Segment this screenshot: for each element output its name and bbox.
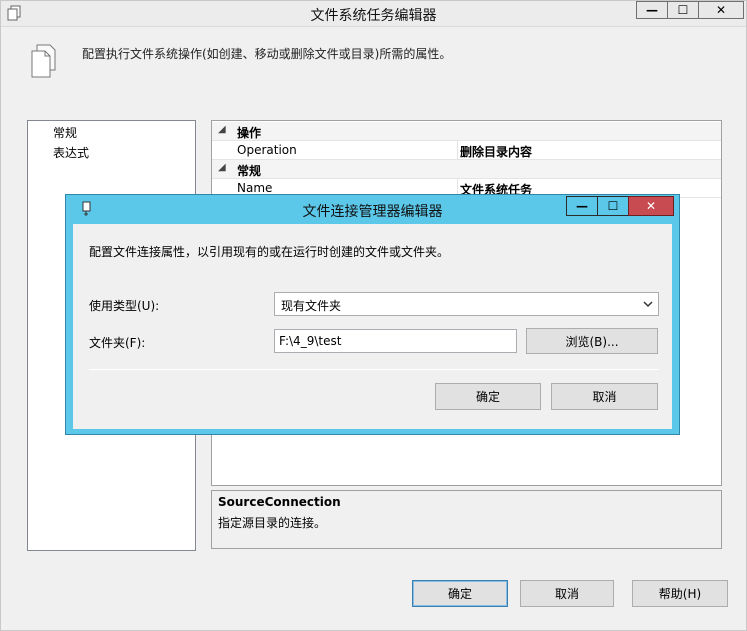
help-description: 指定源目录的连接。 bbox=[218, 516, 327, 530]
window-title: 文件系统任务编辑器 bbox=[310, 8, 437, 24]
usage-type-label: 使用类型(U): bbox=[89, 299, 160, 313]
category-label: 常规 bbox=[237, 164, 262, 178]
close-button[interactable]: ✕ bbox=[698, 1, 744, 19]
grid-category-row[interactable]: ◢ 操作 bbox=[212, 122, 721, 141]
dialog-body: 配置文件连接属性，以引用现有的或在运行时创建的文件或文件夹。 使用类型(U): … bbox=[73, 224, 672, 429]
dialog-description: 配置文件连接属性，以引用现有的或在运行时创建的文件或文件夹。 bbox=[89, 245, 450, 259]
maximize-button[interactable]: ☐ bbox=[667, 1, 699, 19]
usage-type-value: 现有文件夹 bbox=[281, 299, 342, 313]
sidebar-item-expressions[interactable]: 表达式 bbox=[53, 144, 89, 161]
dialog-maximize-button[interactable]: ☐ bbox=[597, 196, 629, 216]
dialog-minimize-button[interactable]: — bbox=[566, 196, 598, 216]
file-system-task-icon bbox=[29, 43, 57, 79]
help-title: SourceConnection bbox=[218, 495, 341, 509]
property-name: Operation bbox=[237, 143, 297, 157]
category-label: 操作 bbox=[237, 126, 262, 140]
file-connection-manager-dialog: 文件连接管理器编辑器 — ☐ ✕ 配置文件连接属性，以引用现有的或在运行时创建的… bbox=[65, 194, 680, 435]
page-description: 配置执行文件系统操作(如创建、移动或删除文件或目录)所需的属性。 bbox=[82, 47, 452, 61]
grid-category-row[interactable]: ◢ 常规 bbox=[212, 160, 721, 179]
collapse-icon[interactable]: ◢ bbox=[218, 162, 226, 173]
property-help-panel: SourceConnection 指定源目录的连接。 bbox=[211, 490, 722, 549]
dialog-cancel-button[interactable]: 取消 bbox=[551, 383, 658, 410]
sidebar-item-general[interactable]: 常规 bbox=[53, 124, 77, 141]
chevron-down-icon[interactable] bbox=[642, 296, 654, 315]
grid-row[interactable]: Operation 删除目录内容 bbox=[212, 141, 721, 160]
folder-path-input[interactable] bbox=[274, 329, 517, 353]
property-value[interactable]: 删除目录内容 bbox=[460, 143, 532, 160]
property-name: Name bbox=[237, 181, 273, 195]
collapse-icon[interactable]: ◢ bbox=[218, 124, 226, 135]
browse-button[interactable]: 浏览(B)... bbox=[526, 328, 658, 354]
ok-button[interactable]: 确定 bbox=[412, 580, 508, 607]
dialog-close-button[interactable]: ✕ bbox=[628, 196, 674, 216]
help-button[interactable]: 帮助(H) bbox=[632, 580, 728, 607]
dialog-ok-button[interactable]: 确定 bbox=[435, 383, 541, 410]
cancel-button[interactable]: 取消 bbox=[520, 580, 614, 607]
title-bar[interactable]: 文件系统任务编辑器 — ☐ ✕ bbox=[1, 1, 746, 27]
divider bbox=[89, 369, 659, 370]
folder-label: 文件夹(F): bbox=[89, 336, 146, 350]
minimize-button[interactable]: — bbox=[636, 1, 668, 19]
usage-type-select[interactable]: 现有文件夹 bbox=[274, 292, 659, 316]
